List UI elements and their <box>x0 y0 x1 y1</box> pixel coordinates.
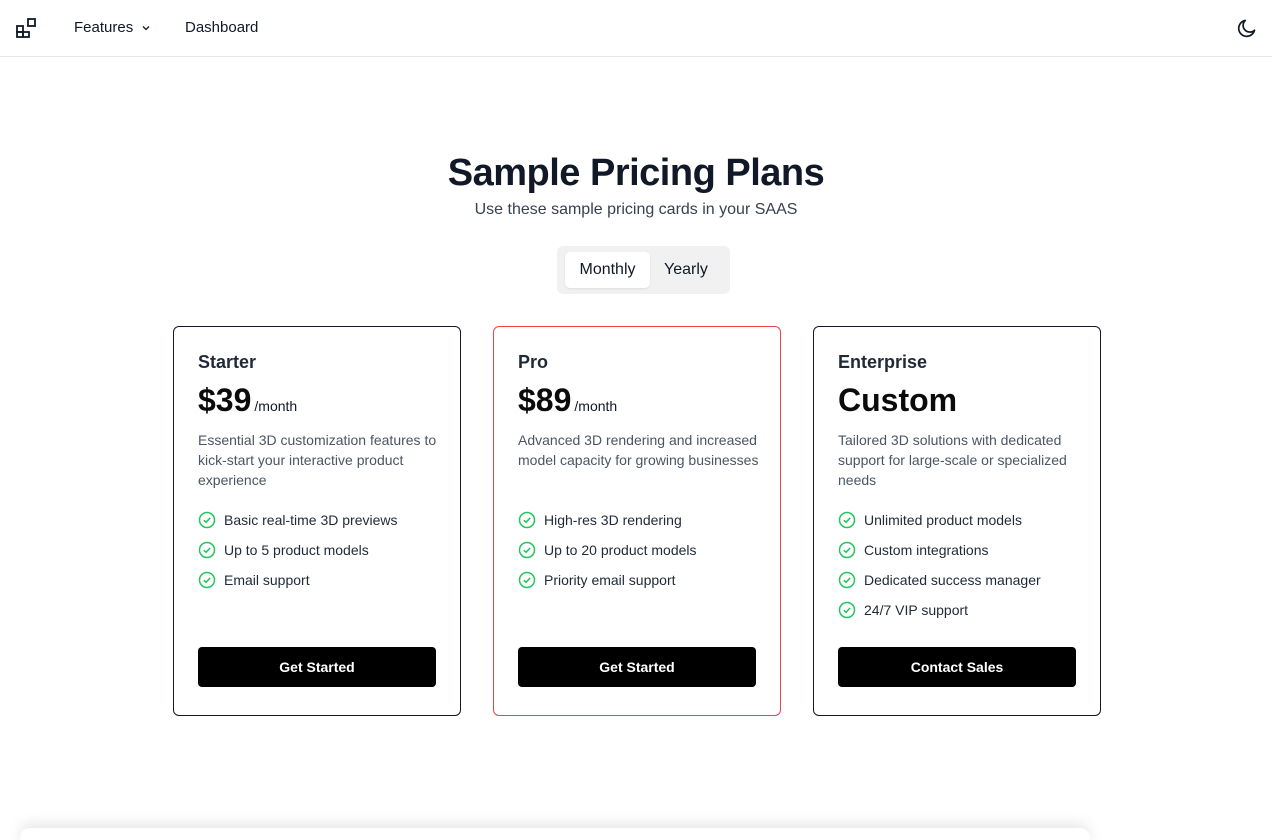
nav-features-menu[interactable]: Features <box>74 19 151 39</box>
check-circle-icon <box>198 511 216 529</box>
feature-label: Basic real-time 3D previews <box>224 512 398 528</box>
pricing-card-starter: Starter $39 /month Essential 3D customiz… <box>173 326 461 716</box>
feature-item: Dedicated success manager <box>838 565 1041 595</box>
plan-name: Pro <box>518 352 549 372</box>
page-title: Sample Pricing Plans <box>447 152 825 194</box>
toggle-monthly[interactable]: Monthly <box>565 252 650 288</box>
page-subtitle: Use these sample pricing cards in your S… <box>474 201 798 218</box>
feature-label: Custom integrations <box>864 542 989 558</box>
check-circle-icon <box>838 571 856 589</box>
plan-description: Advanced 3D rendering and increased mode… <box>518 432 759 468</box>
moon-icon[interactable] <box>1236 17 1258 39</box>
feature-item: Up to 20 product models <box>518 535 697 565</box>
feature-label: Up to 20 product models <box>544 542 697 558</box>
billing-period-toggle: Monthly Yearly <box>557 246 730 294</box>
feature-item: Email support <box>198 565 398 595</box>
get-started-button[interactable]: Get Started <box>198 647 436 687</box>
plan-name: Starter <box>198 352 257 372</box>
bottom-section-edge <box>20 828 1090 840</box>
feature-item: Up to 5 product models <box>198 535 398 565</box>
plan-period: /month <box>574 398 618 414</box>
check-circle-icon <box>838 541 856 559</box>
feature-label: Priority email support <box>544 572 676 588</box>
plan-description: Tailored 3D solutions with dedicated sup… <box>838 432 1067 488</box>
nav-features-label: Features <box>74 19 134 36</box>
feature-item: Custom integrations <box>838 535 1041 565</box>
nav-dashboard-link[interactable]: Dashboard <box>185 19 258 39</box>
blocks-icon[interactable] <box>15 17 37 39</box>
plan-description: Essential 3D customization features to k… <box>198 432 437 488</box>
feature-label: Dedicated success manager <box>864 572 1041 588</box>
check-circle-icon <box>838 601 856 619</box>
check-circle-icon <box>198 541 216 559</box>
get-started-button[interactable]: Get Started <box>518 647 756 687</box>
feature-item: High-res 3D rendering <box>518 505 697 535</box>
top-navbar: Features Dashboard <box>0 0 1272 57</box>
plan-price: $89 <box>518 382 572 418</box>
feature-item: Basic real-time 3D previews <box>198 505 398 535</box>
feature-item: Priority email support <box>518 565 697 595</box>
plan-period: /month <box>254 398 298 414</box>
check-circle-icon <box>518 571 536 589</box>
feature-list: Basic real-time 3D previews Up to 5 prod… <box>198 505 398 595</box>
feature-list: High-res 3D rendering Up to 20 product m… <box>518 505 697 595</box>
price-row: $39 /month <box>198 381 297 419</box>
price-row: Custom <box>838 381 957 419</box>
feature-label: Up to 5 product models <box>224 542 369 558</box>
pricing-card-enterprise: Enterprise Custom Tailored 3D solutions … <box>813 326 1101 716</box>
check-circle-icon <box>198 571 216 589</box>
feature-item: Unlimited product models <box>838 505 1041 535</box>
plan-price: $39 <box>198 382 252 418</box>
check-circle-icon <box>518 511 536 529</box>
price-row: $89 /month <box>518 381 617 419</box>
feature-label: 24/7 VIP support <box>864 602 969 618</box>
contact-sales-button[interactable]: Contact Sales <box>838 647 1076 687</box>
feature-label: Unlimited product models <box>864 512 1022 528</box>
check-circle-icon <box>518 541 536 559</box>
feature-label: Email support <box>224 572 310 588</box>
pricing-card-pro: Pro $89 /month Advanced 3D rendering and… <box>493 326 781 716</box>
plan-name: Enterprise <box>838 352 928 372</box>
plan-price: Custom <box>838 382 958 418</box>
feature-list: Unlimited product models Custom integrat… <box>838 505 1041 625</box>
check-circle-icon <box>838 511 856 529</box>
chevron-down-icon <box>142 26 150 31</box>
feature-item: 24/7 VIP support <box>838 595 1041 625</box>
feature-label: High-res 3D rendering <box>544 512 682 528</box>
toggle-yearly[interactable]: Yearly <box>652 252 720 288</box>
